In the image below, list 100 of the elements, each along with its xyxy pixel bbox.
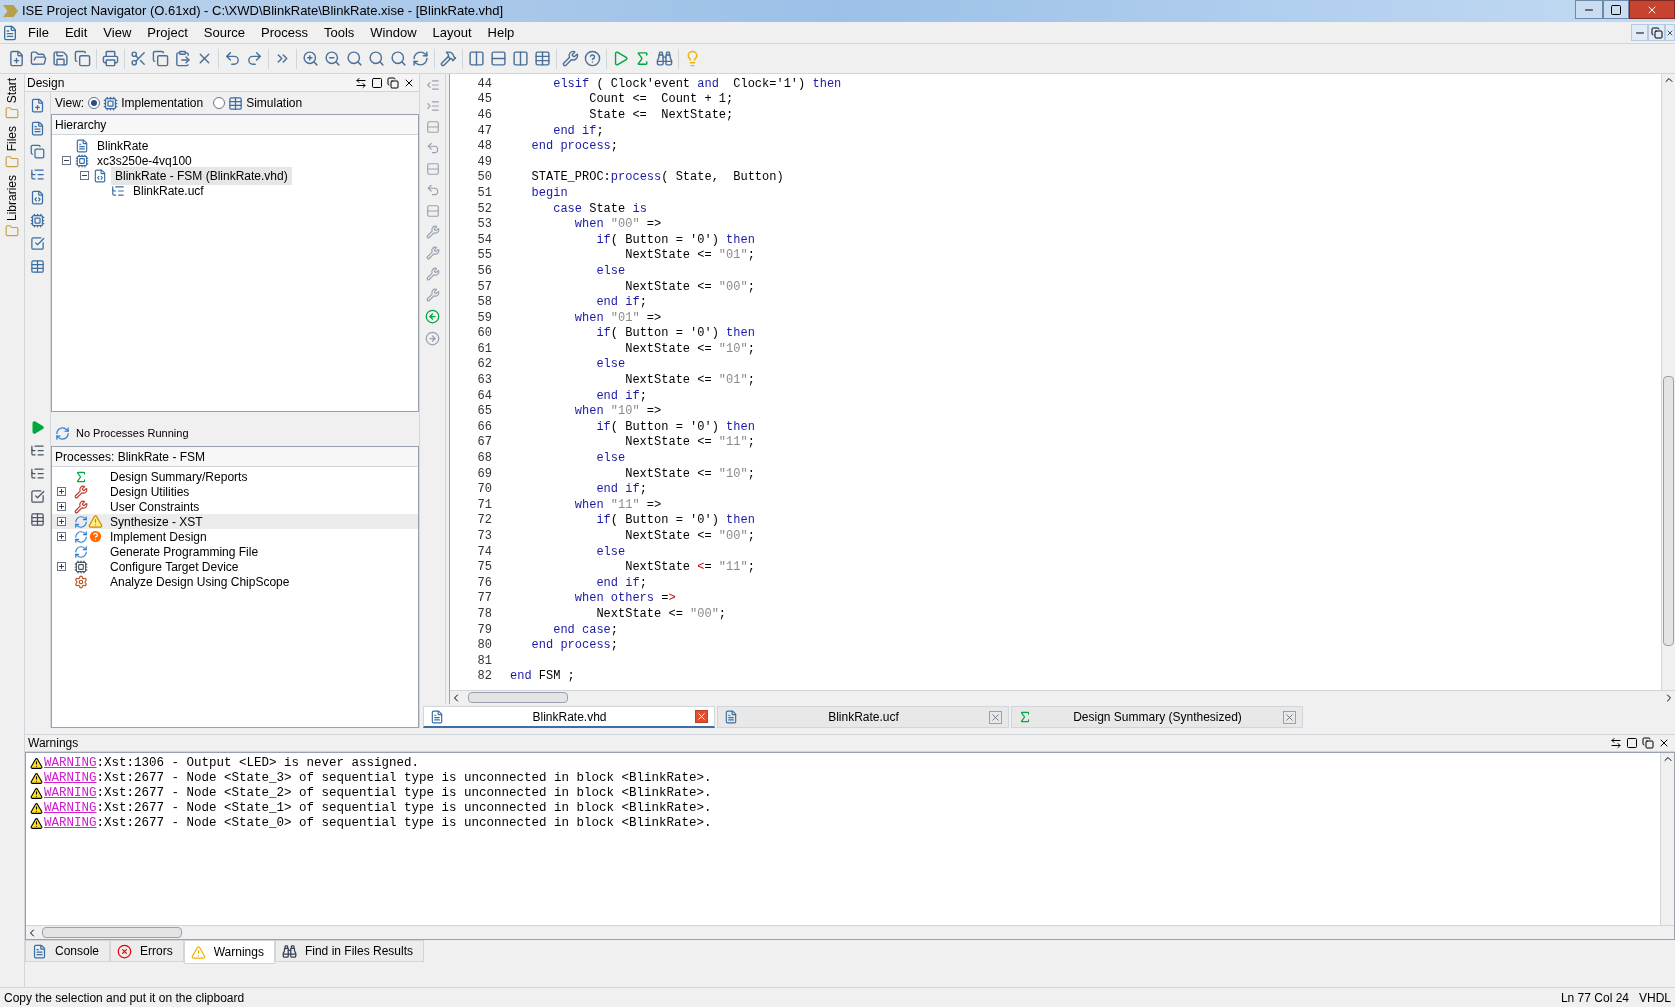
panel-tab[interactable]: Console [25, 940, 111, 962]
line-number: 58 [476, 294, 493, 312]
process-label[interactable]: Synthesize - XST [110, 512, 203, 531]
code-line: NextState <= "01"; [624, 372, 755, 390]
process-item[interactable]: Analyze Design Using ChipScope [52, 574, 418, 589]
line-number: 79 [476, 621, 493, 639]
line-number: 49 [476, 153, 493, 171]
line-number: 78 [476, 606, 493, 623]
code-line: if( Button = '0') then [595, 418, 755, 436]
code-line: STATE_PROC:process( State, Button) [530, 169, 784, 187]
code-line: if( Button = '0') then [595, 325, 755, 343]
line-number: 73 [476, 528, 493, 545]
code-line: State <= NextState; [588, 107, 734, 124]
code-line: else [595, 262, 626, 280]
line-number: 61 [476, 340, 493, 358]
line-number: 65 [476, 403, 493, 421]
column-header: Processes: BlinkRate - FSM [52, 447, 418, 467]
process-label[interactable]: Design Summary/Reports [110, 467, 248, 486]
editor-tab[interactable]: BlinkRate.ucf [717, 706, 1009, 728]
code-line: when "01" => [573, 309, 662, 327]
line-number: 46 [476, 107, 493, 124]
menu-item[interactable]: Process [253, 22, 316, 43]
code-line: end if; [552, 122, 604, 140]
panel-tab[interactable]: Warnings [183, 940, 275, 964]
line-number: 70 [476, 481, 493, 499]
line-number: 55 [476, 247, 493, 265]
radio-label[interactable]: Simulation [246, 94, 303, 112]
code-line: else [595, 450, 626, 468]
line-number: 71 [476, 496, 493, 514]
menu-item[interactable]: Tools [315, 22, 363, 43]
panel-tab[interactable]: Find in Files Results [274, 940, 424, 962]
line-number: 59 [476, 309, 493, 327]
panel-title: Warnings [28, 735, 79, 752]
panel-title: Design [27, 74, 65, 92]
line-number: 63 [476, 372, 493, 390]
code-line: end if; [595, 294, 647, 312]
line-number: 74 [476, 543, 493, 561]
editor-tab[interactable]: Design Summary (Synthesized) [1011, 706, 1303, 728]
process-item[interactable]: Design Utilities [52, 484, 418, 499]
line-number: 57 [476, 278, 493, 296]
menu-item[interactable]: Help [479, 22, 523, 43]
menu-item[interactable]: Edit [56, 22, 96, 43]
code-line: when "00" => [573, 216, 662, 234]
warning-message: WARNING:Xst:1306 - Output <LED> is never assigned. [44, 755, 420, 772]
process-item[interactable]: Design Summary/Reports [52, 469, 418, 484]
line-number: 67 [476, 434, 493, 452]
side-tab[interactable]: Start [3, 78, 21, 104]
menu-item[interactable]: View [95, 22, 140, 43]
process-item[interactable]: User Constraints [52, 499, 418, 514]
code-line: end if; [595, 481, 647, 499]
line-number: 69 [476, 465, 493, 483]
warning-message: WARNING:Xst:2677 - Node <State_1> of sequential type is unconnected in block <BlinkRate>. [44, 800, 712, 817]
column-header: Hierarchy [52, 115, 418, 135]
line-number: 51 [476, 184, 493, 202]
line-number: 56 [476, 262, 493, 280]
code-line: NextState <= "11"; [624, 434, 755, 452]
side-tab[interactable]: Files [3, 126, 21, 152]
process-item[interactable]: Synthesize - XST [52, 514, 418, 529]
line-number: 60 [476, 325, 493, 343]
line-number: 54 [476, 231, 493, 249]
line-number: 53 [476, 216, 493, 234]
menu-item[interactable]: Window [362, 22, 425, 43]
line-number: 64 [476, 387, 493, 405]
tree-item[interactable]: BlinkRate - FSM (BlinkRate.vhd) [111, 166, 292, 185]
panel-tab[interactable]: Errors [110, 940, 184, 962]
menu-item[interactable]: File [20, 22, 57, 43]
editor-tab[interactable]: BlinkRate.vhd [423, 706, 715, 728]
code-line: NextState <= "00"; [595, 606, 727, 623]
window-title: ISE Project Navigator (O.61xd) - C:\XWD\BlinkRate\BlinkRate.xise - [BlinkRate.vhd] [22, 2, 504, 21]
line-number: 45 [476, 91, 493, 109]
code-line: NextState <= "10"; [624, 465, 755, 483]
line-number: 75 [476, 559, 493, 577]
code-line: end case; [552, 621, 619, 639]
line-number: 44 [476, 75, 493, 93]
code-line: NextState <= "01"; [624, 247, 755, 265]
code-line: NextState <= "00"; [624, 278, 755, 296]
process-item[interactable]: Generate Programming File [52, 544, 418, 559]
view-label: View: [55, 95, 85, 112]
process-item[interactable]: Configure Target Device [52, 559, 418, 574]
line-number: 62 [476, 356, 493, 374]
line-number: 82 [476, 668, 493, 686]
line-number: 47 [476, 122, 493, 140]
process-item[interactable]: Implement Design [52, 529, 418, 544]
menu-item[interactable]: Source [195, 22, 253, 43]
line-number: 48 [476, 138, 493, 156]
code-line: if( Button = '0') then [595, 231, 755, 249]
menu-item[interactable]: Layout [424, 22, 480, 43]
code-line: when "10" => [573, 403, 662, 421]
side-tab[interactable]: Libraries [3, 174, 21, 221]
process-status: No Processes Running [76, 425, 189, 441]
line-number: 76 [476, 574, 493, 592]
code-line: else [595, 356, 626, 374]
radio-label[interactable]: Implementation [121, 94, 204, 112]
code-line: elsif ( Clock'event and Clock='1') then [552, 75, 842, 93]
code-line: when others => [573, 590, 676, 608]
menu-item[interactable]: Project [139, 22, 196, 43]
code-line: else [595, 543, 626, 561]
code-line: begin [530, 184, 568, 202]
code-line: if( Button = '0') then [595, 512, 755, 530]
code-line: NextState <= "10"; [624, 340, 755, 358]
